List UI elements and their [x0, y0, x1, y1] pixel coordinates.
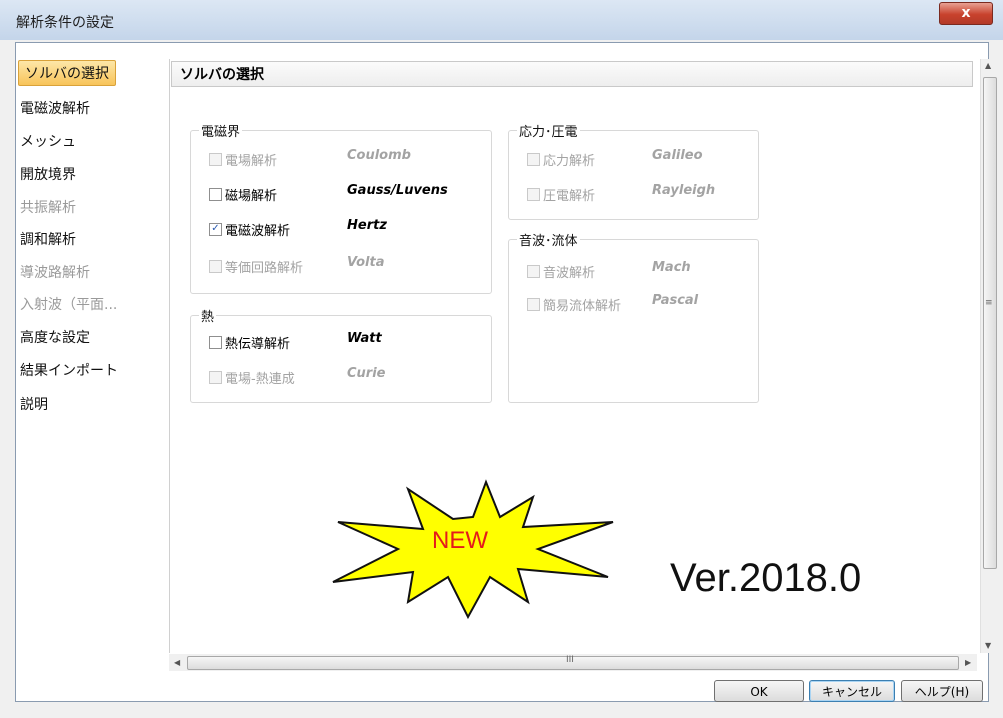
option-label: 圧電解析 — [543, 189, 596, 204]
checkbox — [209, 371, 222, 384]
solver-name: Hertz — [347, 218, 387, 233]
checkbox[interactable] — [209, 188, 222, 201]
sidebar-item-resonance: 共振解析 — [20, 200, 76, 216]
sidebar-item-open-boundary[interactable]: 開放境界 — [20, 164, 76, 184]
section-header: ソルバの選択 — [171, 61, 973, 87]
checkbox — [209, 260, 222, 273]
help-button[interactable]: ヘルプ(H) — [901, 680, 983, 702]
sidebar-item-solver-select[interactable]: ソルバの選択 — [18, 60, 116, 86]
option-label: 等価回路解析 — [225, 261, 304, 276]
sidebar-item-mesh[interactable]: メッシュ — [20, 131, 76, 151]
option-label: 音波解析 — [543, 266, 596, 281]
grip-icon: ≡ — [985, 298, 993, 308]
solver-name: Pascal — [652, 293, 699, 308]
option-label: 電場解析 — [225, 154, 278, 169]
cancel-button[interactable]: キャンセル — [809, 680, 895, 702]
checkbox — [527, 188, 540, 201]
sidebar-item-harmonic[interactable]: 調和解析 — [20, 229, 76, 249]
new-badge-text: NEW — [432, 527, 488, 554]
close-button[interactable]: x — [939, 2, 993, 25]
option-label: 電磁波解析 — [225, 224, 291, 239]
scroll-right-arrow-icon[interactable]: ▶ — [965, 658, 971, 667]
vertical-scroll-thumb[interactable]: ≡ — [983, 77, 997, 569]
sidebar-item-waveguide: 導波路解析 — [20, 265, 90, 281]
solver-name: Galileo — [652, 148, 703, 163]
grip-icon: III — [566, 655, 574, 665]
checkbox-checked[interactable]: ✓ — [209, 223, 222, 236]
window-title: 解析条件の設定 — [16, 15, 114, 31]
solver-name: Volta — [347, 255, 385, 270]
sidebar-item-description[interactable]: 説明 — [20, 394, 48, 414]
solver-name: Rayleigh — [652, 183, 716, 198]
checkbox — [209, 153, 222, 166]
option-label: 電場-熱連成 — [225, 372, 295, 387]
title-bar[interactable]: 解析条件の設定 x — [0, 0, 1003, 40]
group-stress-piezo: 応力･圧電 — [508, 121, 759, 220]
option-label: 簡易流体解析 — [543, 299, 622, 314]
solver-name: Coulomb — [347, 148, 411, 163]
checkbox[interactable] — [209, 336, 222, 349]
horizontal-scroll-thumb[interactable]: III — [187, 655, 959, 670]
group-label: 熱 — [199, 306, 217, 325]
group-label: 電磁界 — [199, 121, 243, 140]
sidebar-item-result-import[interactable]: 結果インポート — [20, 360, 118, 380]
solver-name: Watt — [347, 331, 382, 346]
option-label: 応力解析 — [543, 154, 596, 169]
version-label: Ver.2018.0 — [670, 556, 862, 600]
sidebar-item-incident-wave: 入射波（平面... — [20, 297, 118, 313]
solver-name: Gauss/Luvens — [347, 183, 448, 198]
sidebar-item-em-wave[interactable]: 電磁波解析 — [20, 98, 90, 118]
checkbox — [527, 153, 540, 166]
solver-name: Mach — [652, 260, 691, 275]
ok-button[interactable]: OK — [714, 680, 804, 702]
checkbox — [527, 265, 540, 278]
scroll-up-arrow-icon[interactable]: ▲ — [985, 61, 991, 70]
horizontal-scrollbar[interactable]: ◀ III ▶ — [169, 654, 977, 671]
solver-name: Curie — [347, 366, 386, 381]
vertical-scrollbar[interactable]: ▲ ≡ ▼ — [980, 59, 998, 653]
scroll-down-arrow-icon[interactable]: ▼ — [985, 641, 991, 650]
option-label: 磁場解析 — [225, 189, 278, 204]
option-label: 熱伝導解析 — [225, 337, 291, 352]
scroll-left-arrow-icon[interactable]: ◀ — [174, 658, 180, 667]
group-heat: 熱 — [190, 306, 492, 403]
group-label: 音波･流体 — [517, 230, 580, 249]
checkbox — [527, 298, 540, 311]
sidebar-item-advanced[interactable]: 高度な設定 — [20, 327, 90, 347]
group-label: 応力･圧電 — [517, 121, 580, 140]
dialog-window: 解析条件の設定 x ソルバの選択 電磁波解析 メッシュ 開放境界 共振解析 調和… — [0, 0, 1003, 718]
